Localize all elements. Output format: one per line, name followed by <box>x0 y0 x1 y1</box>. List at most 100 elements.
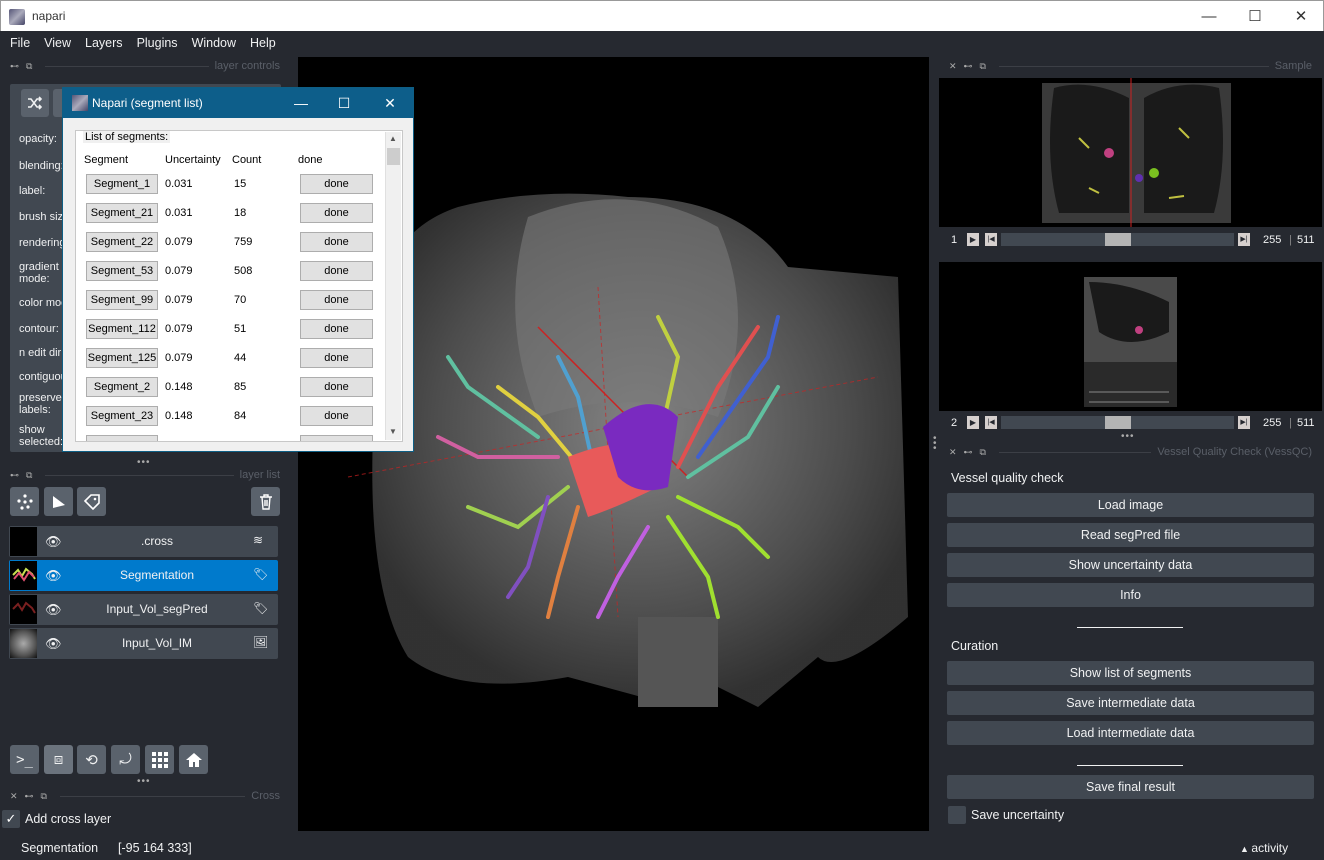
eye-icon[interactable]: 👁 <box>45 534 62 549</box>
segment-button-partial[interactable] <box>86 435 158 441</box>
sample-view-1[interactable] <box>939 78 1322 227</box>
slider-value[interactable]: 255 <box>1263 417 1281 429</box>
dock-float-icon[interactable]: ⊷ <box>964 447 973 458</box>
new-points-button[interactable] <box>10 487 39 516</box>
layer-row[interactable]: 👁 .cross ≋ <box>9 526 278 557</box>
roll-dims-button[interactable]: ⟲ <box>77 745 106 774</box>
dock-float-icon[interactable]: ⊷ <box>10 61 19 72</box>
dialog-minimize-button[interactable]: — <box>278 88 324 118</box>
ndisplay-button[interactable]: ⧈ <box>44 745 73 774</box>
splitter-handle[interactable]: ••• <box>1121 431 1135 442</box>
scroll-down-icon[interactable]: ▼ <box>389 427 397 436</box>
shuffle-colors-button[interactable] <box>21 89 49 117</box>
menu-view[interactable]: View <box>37 36 78 50</box>
done-button[interactable]: done <box>300 232 373 252</box>
activity-button[interactable]: ▲ activity <box>1240 841 1288 855</box>
dock-detach-icon[interactable]: ⧉ <box>980 61 986 72</box>
menu-file[interactable]: File <box>3 36 37 50</box>
layer-row[interactable]: 👁 Input_Vol_segPred 🏷 <box>9 594 278 625</box>
dock-float-icon[interactable]: ⊷ <box>10 470 19 481</box>
segment-button[interactable]: Segment_21 <box>86 203 158 223</box>
slider-thumb[interactable] <box>1105 233 1131 246</box>
segment-button[interactable]: Segment_23 <box>86 406 158 426</box>
dock-detach-icon[interactable]: ⧉ <box>41 791 47 802</box>
step-back-icon[interactable]: |◀ <box>985 233 997 246</box>
segment-button[interactable]: Segment_2 <box>86 377 158 397</box>
home-button[interactable] <box>179 745 208 774</box>
eye-icon[interactable]: 👁 <box>45 602 62 617</box>
dialog-close-button[interactable]: ✕ <box>367 88 413 118</box>
add-cross-checkbox[interactable]: ✓ <box>2 810 20 828</box>
splitter-handle[interactable]: ••• <box>137 776 151 787</box>
segment-button[interactable]: Segment_1 <box>86 174 158 194</box>
dock-detach-icon[interactable]: ⧉ <box>26 470 32 481</box>
delete-layer-button[interactable] <box>251 487 280 516</box>
show-uncertainty-button[interactable]: Show uncertainty data <box>947 553 1314 577</box>
read-segpred-button[interactable]: Read segPred file <box>947 523 1314 547</box>
sample-view-2[interactable] <box>939 262 1322 411</box>
menu-window[interactable]: Window <box>185 36 243 50</box>
dock-float-icon[interactable]: ⊷ <box>25 791 34 802</box>
dock-detach-icon[interactable]: ⧉ <box>980 447 986 458</box>
play-icon[interactable]: ▶ <box>967 416 979 429</box>
segment-button[interactable]: Segment_99 <box>86 290 158 310</box>
eye-icon[interactable]: 👁 <box>45 636 62 651</box>
info-button[interactable]: Info <box>947 583 1314 607</box>
done-button[interactable]: done <box>300 174 373 194</box>
eye-icon[interactable]: 👁 <box>45 568 62 583</box>
new-labels-button[interactable] <box>77 487 106 516</box>
scroll-thumb[interactable] <box>387 148 400 165</box>
scroll-up-icon[interactable]: ▲ <box>389 134 397 143</box>
done-button[interactable]: done <box>300 348 373 368</box>
close-dock-icon[interactable]: ✕ <box>949 447 957 458</box>
slider-thumb[interactable] <box>1105 416 1131 429</box>
done-button[interactable]: done <box>300 290 373 310</box>
segment-button[interactable]: Segment_112 <box>86 319 158 339</box>
close-dock-icon[interactable]: ✕ <box>10 791 18 802</box>
splitter-handle-vertical[interactable]: • • • <box>933 434 937 454</box>
step-forward-icon[interactable]: ▶| <box>1238 233 1250 246</box>
step-back-icon[interactable]: |◀ <box>985 416 997 429</box>
dock-detach-icon[interactable]: ⧉ <box>26 61 32 72</box>
done-button[interactable]: done <box>300 261 373 281</box>
segment-button[interactable]: Segment_53 <box>86 261 158 281</box>
dock-float-icon[interactable]: ⊷ <box>964 61 973 72</box>
new-shapes-button[interactable] <box>44 487 73 516</box>
segment-button[interactable]: Segment_125 <box>86 348 158 368</box>
layer-name[interactable]: Input_Vol_IM <box>69 636 245 650</box>
menu-layers[interactable]: Layers <box>78 36 130 50</box>
save-final-result-button[interactable]: Save final result <box>947 775 1314 799</box>
save-uncertainty-checkbox[interactable] <box>948 806 966 824</box>
segment-list-scrollbar[interactable]: ▲ ▼ <box>385 132 401 440</box>
layer-name[interactable]: Segmentation <box>69 568 245 582</box>
slider-track[interactable] <box>1001 416 1234 429</box>
close-dock-icon[interactable]: ✕ <box>949 61 957 72</box>
maximize-button[interactable]: ☐ <box>1232 1 1278 31</box>
slider-value[interactable]: 255 <box>1263 234 1281 246</box>
slider-track[interactable] <box>1001 233 1234 246</box>
minimize-button[interactable]: — <box>1186 1 1232 31</box>
console-button[interactable]: >_ <box>10 745 39 774</box>
save-intermediate-button[interactable]: Save intermediate data <box>947 691 1314 715</box>
layer-name[interactable]: .cross <box>69 534 245 548</box>
dialog-maximize-button[interactable]: ☐ <box>321 88 367 118</box>
done-button[interactable]: done <box>300 406 373 426</box>
close-button[interactable]: ✕ <box>1278 1 1324 31</box>
layer-name[interactable]: Input_Vol_segPred <box>69 602 245 616</box>
layer-row[interactable]: 👁 Input_Vol_IM 🖼 <box>9 628 278 659</box>
layer-row-selected[interactable]: 👁 Segmentation 🏷 <box>9 560 278 591</box>
done-button[interactable]: done <box>300 377 373 397</box>
done-button-partial[interactable] <box>300 435 373 441</box>
menu-plugins[interactable]: Plugins <box>130 36 185 50</box>
done-button[interactable]: done <box>300 203 373 223</box>
grid-button[interactable] <box>145 745 174 774</box>
segment-button[interactable]: Segment_22 <box>86 232 158 252</box>
done-button[interactable]: done <box>300 319 373 339</box>
show-segment-list-button[interactable]: Show list of segments <box>947 661 1314 685</box>
step-forward-icon[interactable]: ▶| <box>1238 416 1250 429</box>
menu-help[interactable]: Help <box>243 36 283 50</box>
load-image-button[interactable]: Load image <box>947 493 1314 517</box>
load-intermediate-button[interactable]: Load intermediate data <box>947 721 1314 745</box>
play-icon[interactable]: ▶ <box>967 233 979 246</box>
transpose-button[interactable]: ⤾ <box>111 745 140 774</box>
